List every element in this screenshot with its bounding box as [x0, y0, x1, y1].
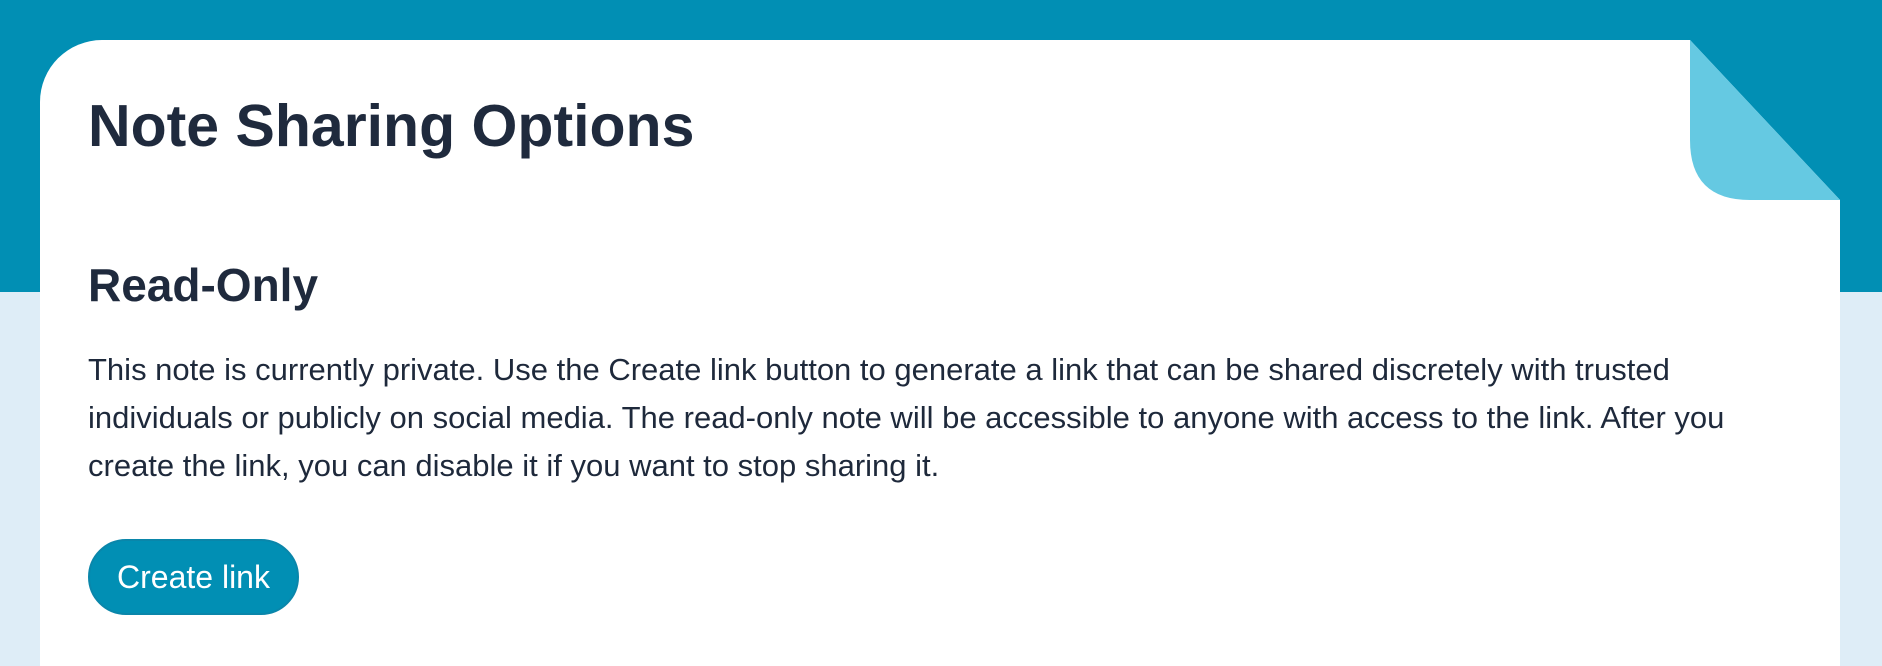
page-title: Note Sharing Options — [88, 93, 695, 159]
page-fold-icon — [1690, 40, 1840, 200]
section-description: This note is currently private. Use the … — [88, 352, 1725, 483]
create-link-button[interactable]: Create link — [88, 539, 299, 615]
section-heading-read-only: Read-Only — [88, 259, 319, 311]
